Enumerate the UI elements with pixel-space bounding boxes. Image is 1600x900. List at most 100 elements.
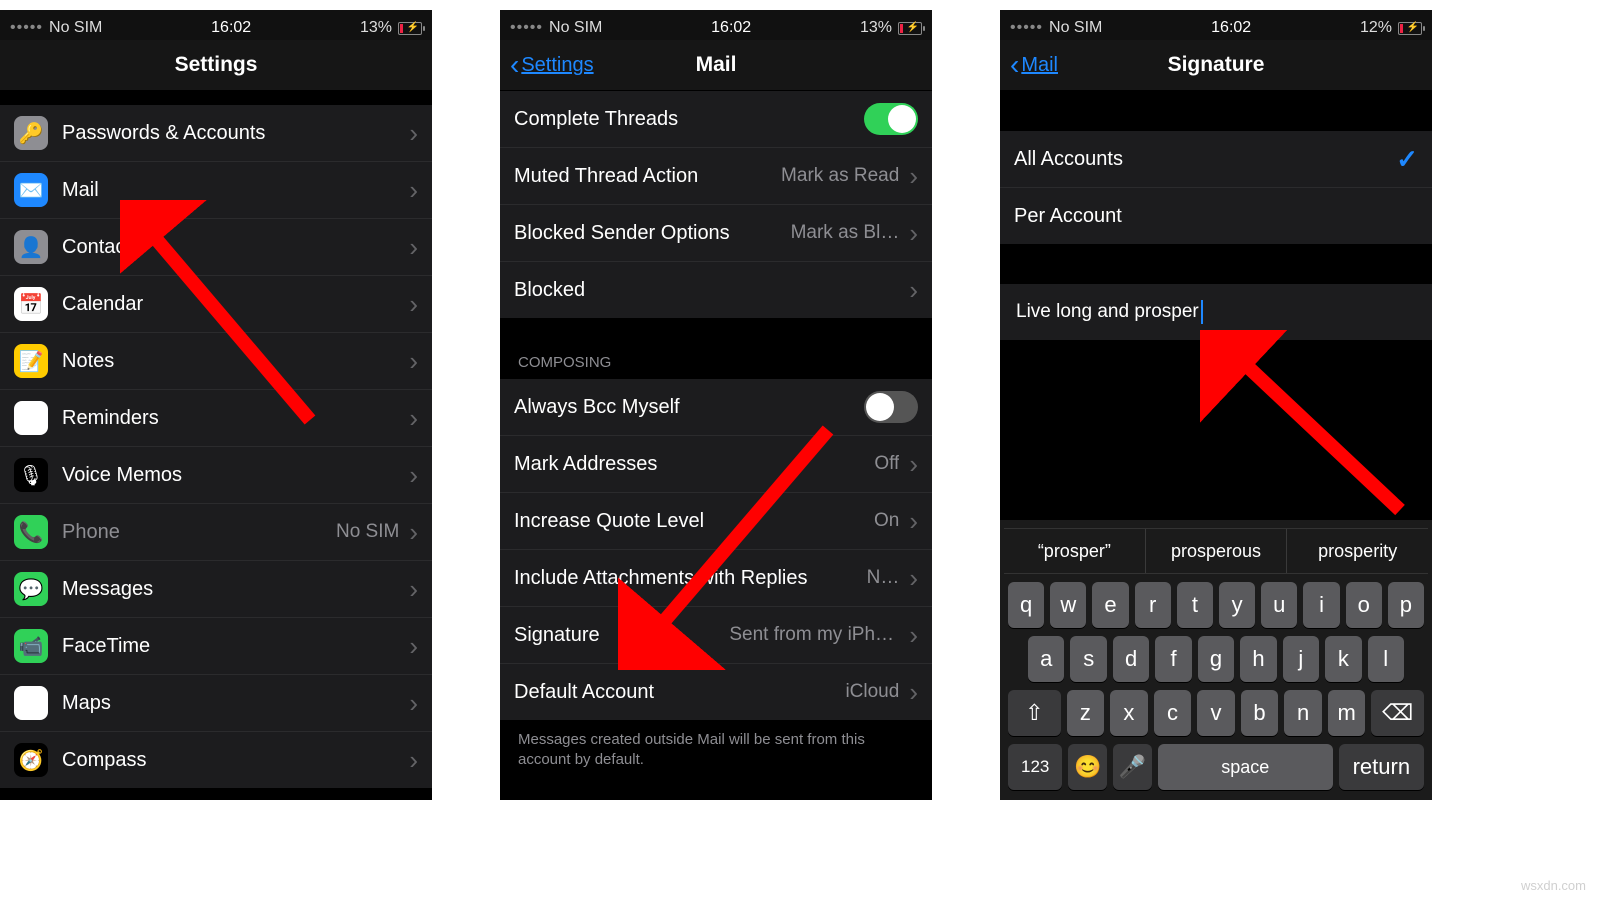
battery-icon: ⚡ [1398,22,1422,35]
chevron-right-icon: › [409,175,418,206]
suggestion-bar: “prosper” prosperous prosperity [1004,528,1428,574]
mail-row-include-attachments-with-replies[interactable]: Include Attachments with RepliesN…› [500,550,932,607]
suggestion[interactable]: prosperous [1146,529,1288,573]
key-l[interactable]: l [1368,636,1404,682]
key-g[interactable]: g [1198,636,1234,682]
key-i[interactable]: i [1303,582,1339,628]
chevron-left-icon: ‹ [510,51,519,79]
chevron-right-icon: › [909,620,918,651]
settings-row-mail[interactable]: ✉️ Mail › [0,162,432,219]
carrier-label: No SIM [549,19,602,37]
settings-row-voice-memos[interactable]: 🎙 Voice Memos › [0,447,432,504]
row-label: Maps [62,692,409,715]
key-m[interactable]: m [1328,690,1366,736]
key-123[interactable]: 123 [1008,744,1062,790]
signal-dots-icon: ••••• [1010,19,1043,37]
settings-row-messages[interactable]: 💬 Messages › [0,561,432,618]
row-value: On [874,510,899,532]
signature-input[interactable]: Live long and prosper [1000,284,1432,340]
row-value: Mark as Read [781,165,899,187]
toggle[interactable] [864,391,918,423]
settings-row-phone[interactable]: 📞 Phone No SIM › [0,504,432,561]
mail-row-always-bcc-myself[interactable]: Always Bcc Myself [500,379,932,436]
signature-scope-per-account[interactable]: Per Account [1000,188,1432,244]
key-z[interactable]: z [1067,690,1105,736]
app-icon: 🔑 [14,116,48,150]
mail-row-default-account[interactable]: Default AccountiCloud› [500,664,932,720]
key-y[interactable]: y [1219,582,1255,628]
settings-row-passwords-accounts[interactable]: 🔑 Passwords & Accounts › [0,105,432,162]
text-caret-icon [1201,300,1203,324]
key-e[interactable]: e [1092,582,1128,628]
back-button[interactable]: ‹ Settings [510,51,594,79]
row-label: Muted Thread Action [514,165,781,188]
signature-scope-all-accounts[interactable]: All Accounts✓ [1000,131,1432,188]
key-h[interactable]: h [1240,636,1276,682]
battery-percent: 13% [360,19,392,37]
chevron-right-icon: › [409,346,418,377]
key-p[interactable]: p [1388,582,1424,628]
key-emoji[interactable]: 😊 [1068,744,1107,790]
key-k[interactable]: k [1325,636,1361,682]
key-q[interactable]: q [1008,582,1044,628]
key-s[interactable]: s [1070,636,1106,682]
key-f[interactable]: f [1155,636,1191,682]
row-label: Per Account [1014,205,1418,228]
settings-row-maps[interactable]: 🗺 Maps › [0,675,432,732]
mail-row-muted-thread-action[interactable]: Muted Thread ActionMark as Read› [500,148,932,205]
mail-row-complete-threads[interactable]: Complete Threads [500,91,932,148]
settings-row-notes[interactable]: 📝 Notes › [0,333,432,390]
key-n[interactable]: n [1284,690,1322,736]
row-value: Sent from my iPhone [729,624,899,646]
navbar: ‹ Mail Signature [1000,40,1432,91]
key-v[interactable]: v [1197,690,1235,736]
row-label: Increase Quote Level [514,510,874,533]
suggestion[interactable]: prosperity [1287,529,1428,573]
key-mic[interactable]: 🎤 [1113,744,1152,790]
key-c[interactable]: c [1154,690,1192,736]
row-value: Off [874,453,899,475]
settings-row-facetime[interactable]: 📹 FaceTime › [0,618,432,675]
settings-row-calendar[interactable]: 📅 Calendar › [0,276,432,333]
settings-row-contacts[interactable]: 👤 Contacts › [0,219,432,276]
chevron-right-icon: › [909,449,918,480]
row-value: iCloud [845,681,899,703]
key-b[interactable]: b [1241,690,1279,736]
settings-row-reminders[interactable]: ☑︎ Reminders › [0,390,432,447]
key-x[interactable]: x [1110,690,1148,736]
settings-row-compass[interactable]: 🧭 Compass › [0,732,432,788]
back-button[interactable]: ‹ Mail [1010,51,1058,79]
row-label: Phone [62,521,336,544]
key-t[interactable]: t [1177,582,1213,628]
clock: 16:02 [211,19,251,37]
row-label: Mark Addresses [514,453,874,476]
key-w[interactable]: w [1050,582,1086,628]
key-backspace[interactable]: ⌫ [1371,690,1424,736]
mail-row-mark-addresses[interactable]: Mark AddressesOff › [500,436,932,493]
key-shift[interactable]: ⇧ [1008,690,1061,736]
key-r[interactable]: r [1135,582,1171,628]
mail-row-blocked[interactable]: Blocked› [500,262,932,318]
watermark: wsxdn.com [1517,877,1590,894]
app-icon: 👤 [14,230,48,264]
key-j[interactable]: j [1283,636,1319,682]
key-a[interactable]: a [1028,636,1064,682]
key-space[interactable]: space [1158,744,1333,790]
row-label: Passwords & Accounts [62,122,409,145]
status-bar: •••••No SIM 16:02 13% ⚡ [0,10,432,40]
mail-row-increase-quote-level[interactable]: Increase Quote LevelOn› [500,493,932,550]
app-icon: 📝 [14,344,48,378]
status-bar: •••••No SIM 16:02 13% ⚡ [500,10,932,40]
suggestion[interactable]: “prosper” [1004,529,1146,573]
mail-row-blocked-sender-options[interactable]: Blocked Sender OptionsMark as Bl…› [500,205,932,262]
toggle[interactable] [864,103,918,135]
key-o[interactable]: o [1346,582,1382,628]
key-u[interactable]: u [1261,582,1297,628]
chevron-right-icon: › [409,574,418,605]
row-label: Calendar [62,293,409,316]
key-return[interactable]: return [1339,744,1424,790]
mail-row-signature[interactable]: SignatureSent from my iPhone› [500,607,932,664]
row-label: All Accounts [1014,148,1396,171]
key-d[interactable]: d [1113,636,1149,682]
app-icon: 🎙 [14,458,48,492]
